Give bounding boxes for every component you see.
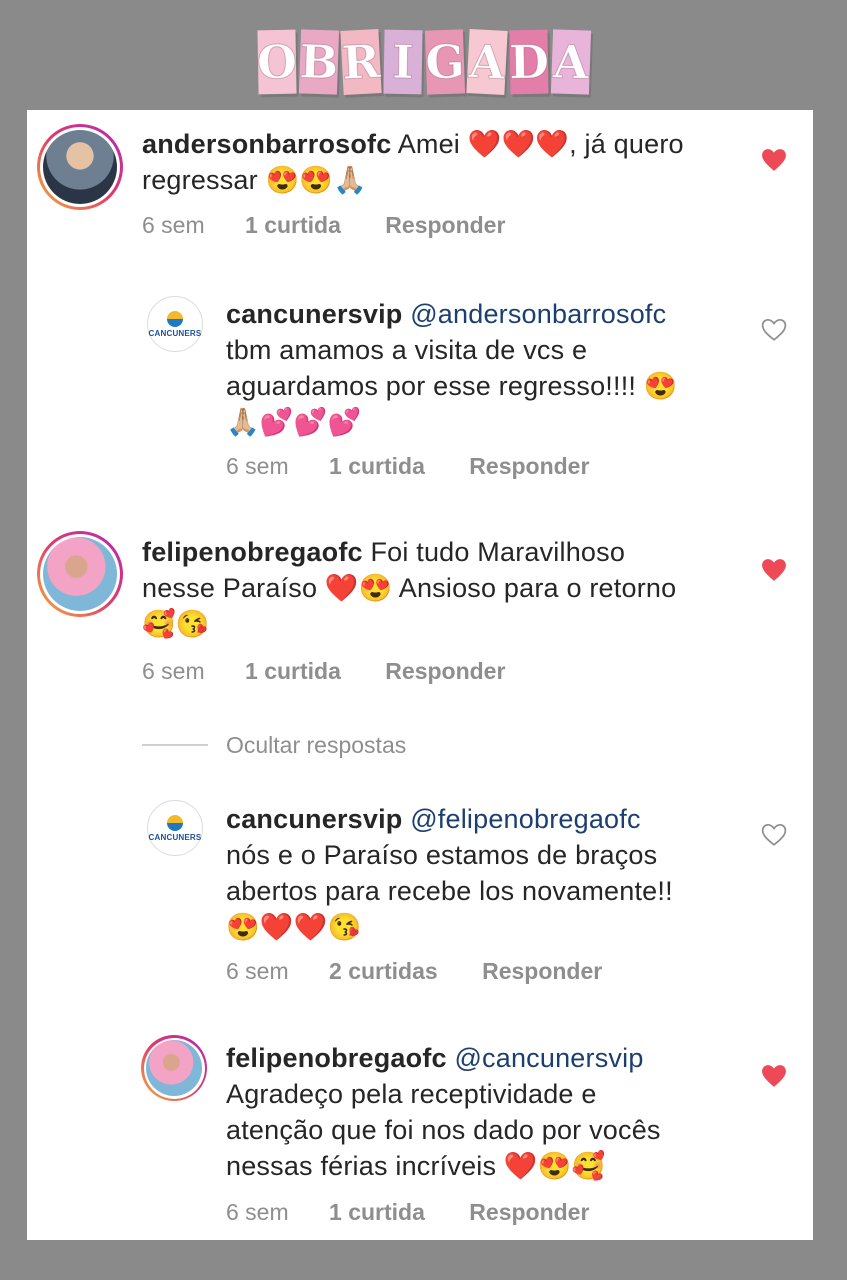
reply-button[interactable]: Responder <box>469 1199 589 1226</box>
comment-text: 🙏🏼💕💕💕 <box>226 407 362 437</box>
like-count[interactable]: 2 curtidas <box>329 958 438 985</box>
comment-text: Agradeço pela receptividade e <box>226 1079 597 1109</box>
heart-outline-icon[interactable] <box>761 318 787 342</box>
like-count[interactable]: 1 curtida <box>329 453 425 480</box>
comment-text: nesse Paraíso ❤️😍 Ansioso para o retorno <box>142 573 677 603</box>
title-letter: D <box>508 29 549 95</box>
comment-text: Amei ❤️❤️❤️, já quero <box>397 129 684 159</box>
mention-link[interactable]: @felipenobregaofc <box>410 804 640 834</box>
comment-username[interactable]: felipenobregaofc <box>226 1043 447 1073</box>
mention-link[interactable]: @cancunersvip <box>454 1043 643 1073</box>
comment-time: 6 sem <box>226 1199 289 1225</box>
divider-line <box>142 744 208 746</box>
mention-link[interactable]: @andersonbarrosofc <box>410 299 666 329</box>
comment-text: atenção que foi nos dado por vocês <box>226 1115 661 1145</box>
heart-filled-icon[interactable] <box>761 558 787 582</box>
comment-text: nós e o Paraíso estamos de braços <box>226 840 658 870</box>
title-letter: B <box>298 29 339 95</box>
hide-replies-label[interactable]: Ocultar respostas <box>226 732 406 759</box>
comment-time: 6 sem <box>142 212 205 238</box>
title-letter: A <box>465 29 508 95</box>
comment-text: nessas férias incríveis ❤️😍🥰 <box>226 1151 606 1181</box>
heart-filled-icon[interactable] <box>761 1064 787 1088</box>
title-letter: R <box>340 29 382 95</box>
comment-text: 😍❤️❤️😘 <box>226 912 362 942</box>
avatar[interactable]: CANCUNERS <box>147 296 203 352</box>
avatar[interactable]: CANCUNERS <box>147 800 203 856</box>
reply-button[interactable]: Responder <box>385 658 505 685</box>
like-count[interactable]: 1 curtida <box>329 1199 425 1226</box>
comment-text: regressar 😍😍🙏🏼 <box>142 165 367 195</box>
comment-username[interactable]: cancunersvip <box>226 804 402 834</box>
comment-text: tbm amamos a visita de vcs e <box>226 335 588 365</box>
comment-time: 6 sem <box>226 958 289 984</box>
comment-text: abertos para recebe los novamente!! <box>226 876 673 906</box>
comment-username[interactable]: felipenobregaofc <box>142 537 363 567</box>
comment-text: 🥰😘 <box>142 609 210 639</box>
avatar[interactable] <box>141 1035 207 1101</box>
like-count[interactable]: 1 curtida <box>245 212 341 239</box>
reply-button[interactable]: Responder <box>482 958 602 985</box>
heart-filled-icon[interactable] <box>761 148 787 172</box>
heart-outline-icon[interactable] <box>761 823 787 847</box>
logo-text: CANCUNERS <box>148 832 202 842</box>
avatar[interactable] <box>37 531 123 617</box>
comment-username[interactable]: andersonbarrosofc <box>142 129 391 159</box>
logo-sun-icon <box>167 310 183 327</box>
reply-button[interactable]: Responder <box>385 212 505 239</box>
hide-replies-toggle[interactable]: Ocultar respostas <box>142 730 406 760</box>
like-count[interactable]: 1 curtida <box>245 658 341 685</box>
title-letter: G <box>423 29 466 95</box>
avatar[interactable] <box>37 124 123 210</box>
comment-text: Foi tudo Maravilhoso <box>370 537 626 567</box>
title-letter: O <box>256 29 298 95</box>
comment-time: 6 sem <box>226 453 289 479</box>
reply-button[interactable]: Responder <box>469 453 589 480</box>
logo-text: CANCUNERS <box>148 328 202 338</box>
logo-sun-icon <box>167 814 183 831</box>
comments-card: andersonbarrosofc Amei ❤️❤️❤️, já quero … <box>27 110 813 1240</box>
title-letter: I <box>382 29 423 95</box>
comment-username[interactable]: cancunersvip <box>226 299 402 329</box>
title-letter: A <box>550 29 591 95</box>
comment-text: aguardamos por esse regresso!!!! 😍 <box>226 371 678 401</box>
comment-time: 6 sem <box>142 658 205 684</box>
title-banner: O B R I G A D A <box>0 22 847 102</box>
